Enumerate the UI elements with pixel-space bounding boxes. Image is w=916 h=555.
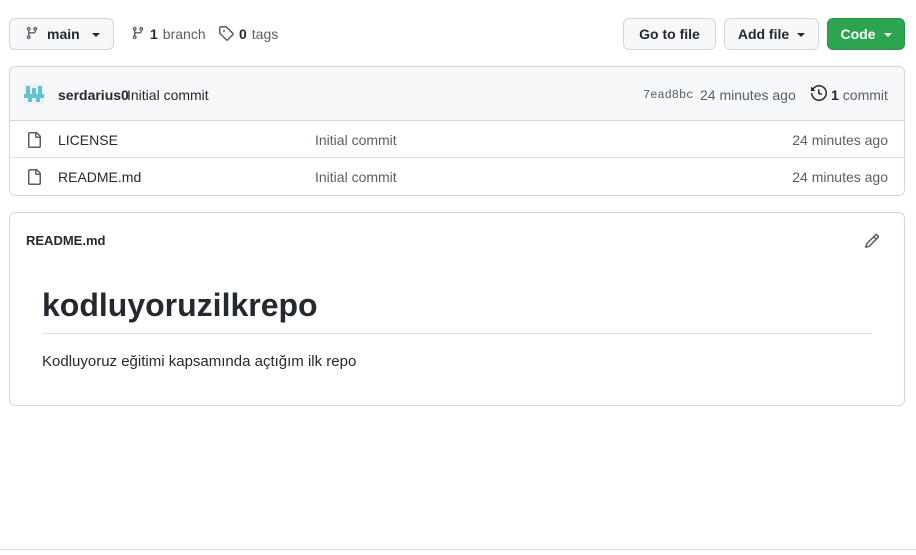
file-icon xyxy=(26,169,42,188)
branches-link[interactable]: 1 branch xyxy=(131,18,206,50)
file-row-readme: README.md Initial commit 24 minutes ago xyxy=(10,158,904,195)
tag-icon xyxy=(218,25,234,44)
tags-link[interactable]: 0 tags xyxy=(218,18,278,50)
branch-selector-button[interactable]: main xyxy=(9,18,114,50)
file-row-license: LICENSE Initial commit 24 minutes ago xyxy=(10,121,904,158)
chevron-down-icon xyxy=(883,33,892,37)
tag-word: tags xyxy=(251,26,279,42)
branch-name: main xyxy=(47,26,80,42)
commit-message[interactable]: Initial commit xyxy=(127,87,209,103)
readme-filename-link[interactable]: README.md xyxy=(26,233,105,248)
file-commit-message[interactable]: Initial commit xyxy=(315,169,397,185)
file-icon xyxy=(26,132,42,151)
commit-count: 1 xyxy=(831,86,839,103)
branch-count: 1 xyxy=(150,26,158,42)
code-button[interactable]: Code xyxy=(827,18,905,50)
file-commit-message[interactable]: Initial commit xyxy=(315,132,397,148)
add-file-label: Add file xyxy=(737,26,790,42)
chevron-down-icon xyxy=(797,33,806,37)
git-branch-icon xyxy=(131,25,145,44)
file-commit-time: 24 minutes ago xyxy=(792,169,888,185)
commit-sha[interactable]: 7ead8bc xyxy=(643,88,693,102)
git-branch-icon xyxy=(25,25,39,44)
readme-paragraph: Kodluyoruz eğitimi kapsamında açtığım il… xyxy=(42,353,357,370)
add-file-button[interactable]: Add file xyxy=(724,18,819,50)
chevron-down-icon xyxy=(91,33,100,37)
readme-heading: kodluyoruzilkrepo xyxy=(42,285,872,334)
file-browser: serdarius0 Initial commit 7ead8bc 24 min… xyxy=(9,66,905,196)
file-name-link[interactable]: LICENSE xyxy=(58,132,118,148)
latest-commit-row: serdarius0 Initial commit 7ead8bc 24 min… xyxy=(10,67,904,121)
file-commit-time: 24 minutes ago xyxy=(792,132,888,148)
commit-time: 24 minutes ago xyxy=(700,87,796,103)
file-name-link[interactable]: README.md xyxy=(58,169,141,185)
go-to-file-button[interactable]: Go to file xyxy=(623,18,716,50)
branch-word: branch xyxy=(162,26,206,42)
pencil-icon[interactable] xyxy=(864,233,880,252)
commit-author[interactable]: serdarius0 xyxy=(58,87,129,103)
divider xyxy=(0,549,916,550)
go-to-file-label: Go to file xyxy=(639,26,700,42)
tag-count: 0 xyxy=(239,26,247,42)
avatar[interactable] xyxy=(24,84,44,104)
readme-panel: README.md kodluyoruzilkrepo Kodluyoruz e… xyxy=(9,212,905,406)
repo-toolbar: main 1 branch 0 tags Go to file Add file… xyxy=(9,18,905,50)
commit-history-link[interactable]: 1 commit xyxy=(811,84,888,104)
code-label: Code xyxy=(840,26,876,42)
history-icon xyxy=(811,84,828,104)
commit-word: commit xyxy=(842,86,888,103)
